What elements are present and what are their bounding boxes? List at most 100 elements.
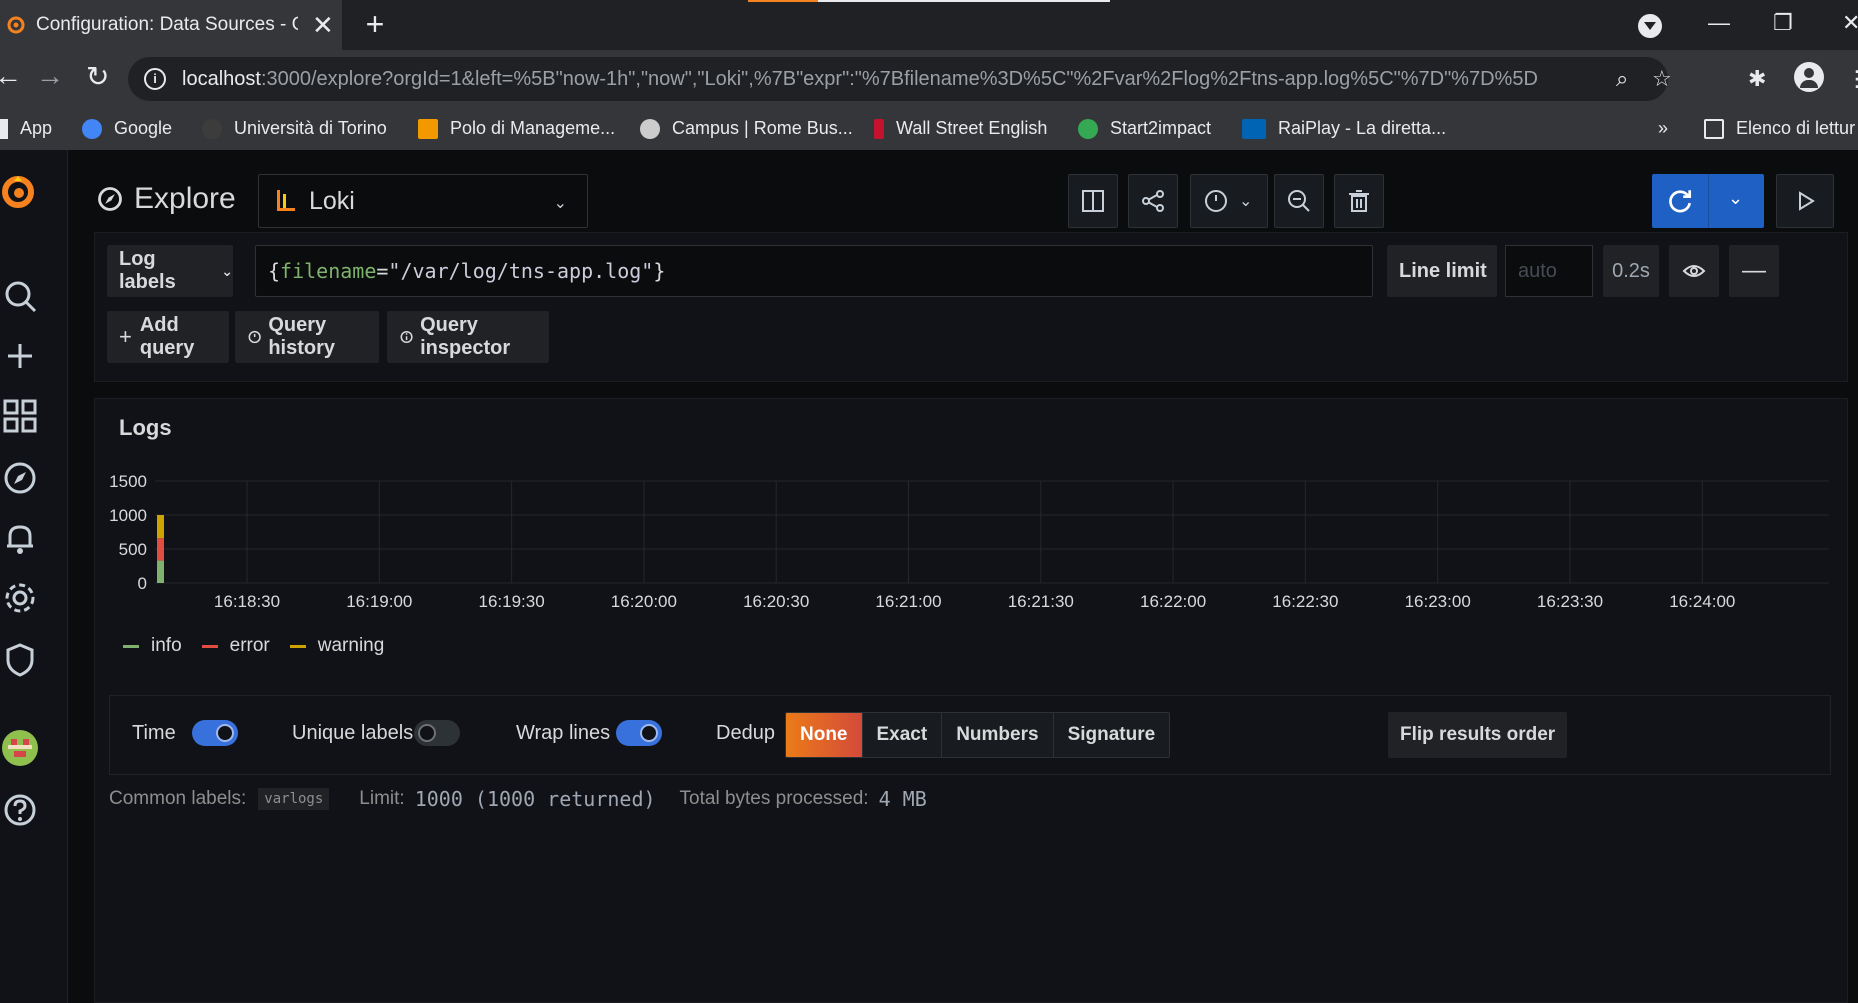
chrome-menu-icon[interactable]: ⋮ bbox=[1846, 66, 1858, 92]
bookmarks-bar: App Google Università di Torino Polo di … bbox=[0, 108, 1858, 150]
hide-query-button[interactable] bbox=[1669, 245, 1719, 297]
tab-loading-bar bbox=[748, 0, 1110, 2]
dedup-option-exact[interactable]: Exact bbox=[862, 713, 943, 757]
search-icon[interactable] bbox=[0, 276, 40, 316]
bookmark-polo[interactable]: Polo di Manageme... bbox=[418, 118, 615, 139]
bookmark-label: RaiPlay - La diretta... bbox=[1278, 118, 1447, 138]
bookmark-star-icon[interactable]: ☆ bbox=[1652, 66, 1672, 92]
bookmark-label: Università di Torino bbox=[234, 118, 387, 138]
dedup-option-signature[interactable]: Signature bbox=[1053, 713, 1170, 757]
extensions-icon[interactable]: ✱ bbox=[1748, 66, 1766, 92]
flip-results-order-button[interactable]: Flip results order bbox=[1388, 712, 1568, 758]
bookmark-campus[interactable]: Campus | Rome Bus... bbox=[640, 118, 853, 139]
bookmark-label: Wall Street English bbox=[896, 118, 1048, 138]
share-button[interactable] bbox=[1128, 174, 1178, 228]
bookmark-apps[interactable]: App bbox=[0, 118, 52, 139]
address-bar[interactable]: i localhost:3000/explore?orgId=1&left=%5… bbox=[128, 57, 1672, 101]
site-info-icon[interactable]: i bbox=[144, 68, 166, 90]
reading-list[interactable]: Elenco di lettur bbox=[1704, 118, 1855, 139]
help-icon[interactable] bbox=[0, 790, 40, 830]
split-view-button[interactable] bbox=[1068, 174, 1118, 228]
bookmark-start2impact[interactable]: Start2impact bbox=[1078, 118, 1211, 139]
loki-logo-icon bbox=[277, 190, 295, 211]
browser-tab[interactable]: Configuration: Data Sources - Gr ✕ bbox=[0, 0, 342, 50]
time-picker-button[interactable]: ⌄ bbox=[1190, 174, 1268, 228]
common-label-chip: varlogs bbox=[258, 788, 330, 810]
chart-legend: info error warning bbox=[123, 635, 404, 657]
alerting-bell-icon[interactable] bbox=[0, 518, 40, 558]
bookmarks-overflow-button[interactable]: » bbox=[1658, 118, 1668, 139]
dedup-option-none[interactable]: None bbox=[786, 713, 863, 757]
add-query-button[interactable]: + Add query bbox=[107, 311, 229, 363]
back-icon[interactable]: ← bbox=[0, 60, 22, 92]
configuration-gear-icon[interactable] bbox=[0, 578, 40, 618]
tab-close-icon[interactable]: ✕ bbox=[312, 12, 334, 38]
bookmark-raiplay[interactable]: RaiPlay - La diretta... bbox=[1242, 118, 1446, 139]
server-admin-shield-icon[interactable] bbox=[0, 640, 40, 680]
create-plus-icon[interactable] bbox=[0, 336, 40, 376]
legend-item-warning[interactable]: warning bbox=[289, 635, 385, 657]
query-history-button[interactable]: Query history bbox=[235, 311, 379, 363]
bookmark-label: App bbox=[20, 118, 53, 138]
x-tick-label: 16:20:30 bbox=[743, 592, 809, 611]
logs-meta-row: Common labels: varlogs Limit: 1000 (1000… bbox=[109, 787, 927, 811]
x-tick-label: 16:23:30 bbox=[1537, 592, 1603, 611]
time-toggle[interactable] bbox=[192, 720, 238, 746]
browser-tab-strip: Configuration: Data Sources - Gr ✕ + — ❐… bbox=[0, 0, 1858, 50]
overflow-label: » bbox=[1658, 118, 1669, 138]
bookmark-label: Google bbox=[114, 118, 173, 138]
profile-avatar-icon[interactable] bbox=[1794, 62, 1824, 92]
query-input[interactable]: {filename="/var/log/tns-app.log"} bbox=[255, 245, 1373, 297]
bookmark-label: Campus | Rome Bus... bbox=[672, 118, 853, 138]
bookmark-label: Polo di Manageme... bbox=[450, 118, 616, 138]
restore-icon[interactable]: ❐ bbox=[1773, 10, 1793, 36]
start2impact-icon bbox=[1078, 118, 1098, 139]
unique-labels-toggle[interactable] bbox=[414, 720, 460, 746]
datasource-picker[interactable]: Loki ⌄ bbox=[258, 174, 588, 228]
minus-icon: — bbox=[1742, 257, 1766, 284]
minimize-icon[interactable]: — bbox=[1708, 10, 1730, 36]
logs-panel-title: Logs bbox=[119, 415, 172, 440]
clear-all-button[interactable] bbox=[1334, 174, 1384, 228]
query-label-key: filename bbox=[280, 259, 377, 283]
new-tab-button[interactable]: + bbox=[360, 8, 390, 40]
unique-labels-toggle-label: Unique labels bbox=[292, 722, 414, 744]
legend-label: warning bbox=[317, 635, 385, 656]
zoom-out-button[interactable] bbox=[1274, 174, 1324, 228]
dashboards-grid-icon[interactable] bbox=[0, 396, 40, 436]
query-inspector-button[interactable]: Query inspector bbox=[387, 311, 549, 363]
url-path: :3000/explore?orgId=1&left=%5B"now-1h","… bbox=[260, 67, 1538, 90]
log-labels-button[interactable]: Log labels ⌄ bbox=[107, 245, 233, 297]
explore-compass-icon[interactable] bbox=[0, 458, 40, 498]
reload-icon[interactable]: ↻ bbox=[86, 60, 109, 93]
live-tail-button[interactable] bbox=[1776, 174, 1834, 228]
legend-item-error[interactable]: error bbox=[201, 635, 270, 657]
run-query-button[interactable]: ⌄ bbox=[1652, 174, 1764, 228]
grafana-logo-icon[interactable] bbox=[0, 172, 38, 212]
tab-search-icon[interactable] bbox=[1638, 14, 1662, 38]
bookmark-wse[interactable]: Wall Street English bbox=[874, 118, 1047, 139]
toggle-knob bbox=[418, 724, 436, 742]
chevron-down-icon[interactable]: ⌄ bbox=[1728, 188, 1743, 209]
y-tick-label: 0 bbox=[138, 574, 147, 593]
reading-list-icon bbox=[1704, 118, 1724, 139]
add-query-label: Add query bbox=[139, 314, 195, 359]
remove-query-button[interactable]: — bbox=[1729, 245, 1779, 297]
wrap-lines-toggle[interactable] bbox=[616, 720, 662, 746]
bookmark-google[interactable]: Google bbox=[82, 118, 172, 139]
grafana-sidebar bbox=[0, 150, 68, 1003]
explore-title-text: Explore bbox=[134, 182, 236, 215]
legend-item-info[interactable]: info bbox=[123, 635, 182, 657]
line-limit-input[interactable]: auto bbox=[1505, 245, 1593, 297]
close-window-icon[interactable]: ✕ bbox=[1842, 10, 1858, 36]
zoom-icon[interactable]: ⌕ bbox=[1616, 66, 1628, 92]
user-avatar-icon[interactable] bbox=[0, 728, 40, 768]
bookmark-unito[interactable]: Università di Torino bbox=[202, 118, 387, 139]
time-toggle-label: Time bbox=[132, 722, 176, 744]
wse-icon bbox=[874, 118, 884, 139]
dedup-option-numbers[interactable]: Numbers bbox=[942, 713, 1054, 757]
forward-icon[interactable]: → bbox=[36, 60, 64, 92]
url-text[interactable]: localhost:3000/explore?orgId=1&left=%5B"… bbox=[182, 68, 1572, 91]
chevron-down-icon: ⌄ bbox=[553, 195, 567, 212]
limit-label: Limit: bbox=[359, 788, 405, 809]
